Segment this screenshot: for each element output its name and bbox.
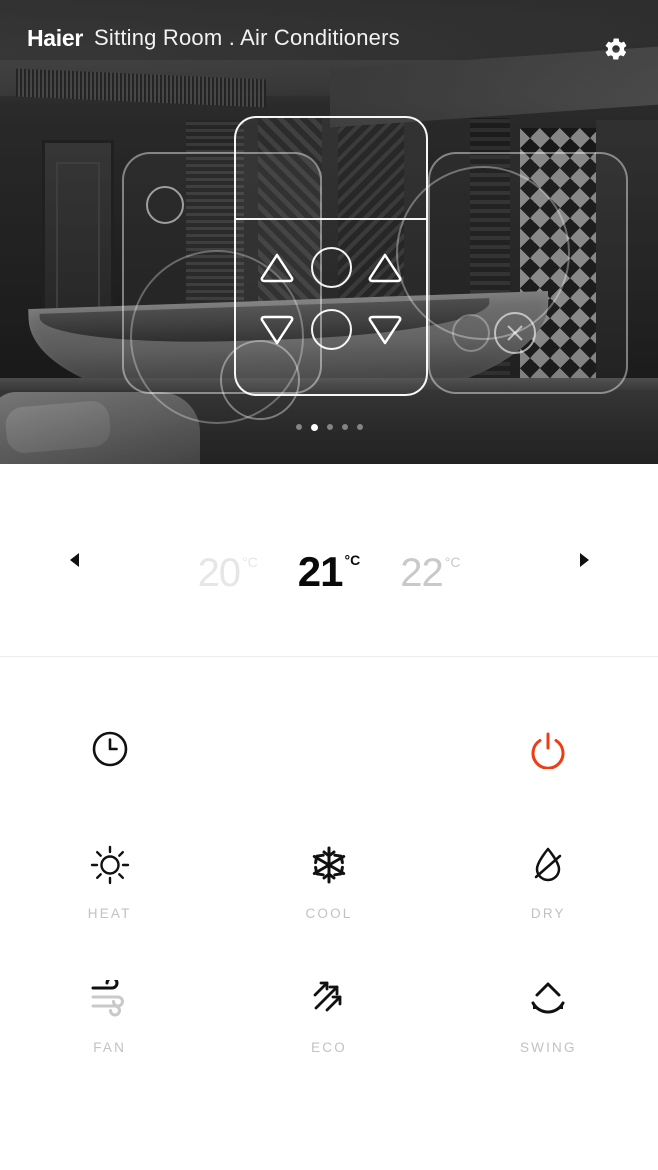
mode-label: FAN xyxy=(93,1040,127,1055)
carousel-card-right[interactable] xyxy=(396,152,628,394)
pagination-dot[interactable] xyxy=(326,424,333,430)
mode-heat[interactable]: HEAT xyxy=(0,843,219,921)
swing-arc-icon xyxy=(531,982,565,1014)
triangle-left-icon xyxy=(69,553,79,567)
temperature-unit: °C xyxy=(242,554,258,570)
pagination-dot[interactable] xyxy=(356,424,363,430)
hero-banner: Haier Sitting Room . Air Conditioners xyxy=(0,0,658,464)
primary-controls-row xyxy=(0,729,658,769)
circle-small-icon xyxy=(452,314,490,352)
temperature-value: 20 xyxy=(197,551,241,595)
pagination-dot-active[interactable] xyxy=(310,424,318,431)
mode-swing[interactable]: SWING xyxy=(439,977,658,1055)
mode-label: DRY xyxy=(530,906,566,921)
eco-arrows-icon xyxy=(313,981,342,1012)
droplet-slash-icon xyxy=(535,847,562,882)
temperature-selector[interactable]: 20 °C 21 °C 22 °C xyxy=(0,464,658,656)
temperature-values[interactable]: 20 °C 21 °C 22 °C xyxy=(198,551,461,594)
triangle-down-icon[interactable] xyxy=(365,312,405,346)
temperature-unit: °C xyxy=(444,554,461,570)
app-header: Haier Sitting Room . Air Conditioners xyxy=(0,0,658,76)
triangle-down-icon[interactable] xyxy=(257,312,297,346)
temperature-value: 22 xyxy=(400,551,443,595)
triangle-right-icon xyxy=(579,553,589,567)
triangle-up-icon[interactable] xyxy=(365,250,405,284)
power-button[interactable] xyxy=(439,729,658,769)
pagination-dot[interactable] xyxy=(341,424,348,430)
timer-button[interactable] xyxy=(1,729,220,769)
temperature-option-prev[interactable]: 20 °C xyxy=(198,553,258,593)
circle-small-icon xyxy=(146,186,184,224)
mode-eco[interactable]: ECO xyxy=(219,977,438,1055)
pagination-dot[interactable] xyxy=(295,424,302,430)
temperature-value: 21 xyxy=(297,548,344,595)
mode-grid: HEAT COOL DRY FAN ECO SWING xyxy=(0,843,658,1055)
wind-icon xyxy=(91,980,124,1017)
brand-logo: Haier xyxy=(27,24,84,51)
card-divider xyxy=(236,218,426,220)
mode-label: SWING xyxy=(519,1040,577,1055)
carousel-pagination[interactable] xyxy=(0,424,658,431)
mode-cool[interactable]: COOL xyxy=(219,843,438,921)
temperature-prev-button[interactable] xyxy=(54,540,94,580)
snowflake-icon xyxy=(312,846,346,884)
circle-button-icon[interactable] xyxy=(310,308,352,350)
mode-label: ECO xyxy=(311,1040,347,1055)
temperature-option-selected[interactable]: 21 °C xyxy=(298,551,360,593)
mode-dry[interactable]: DRY xyxy=(439,843,658,921)
clock-icon xyxy=(92,731,128,767)
triangle-up-icon[interactable] xyxy=(257,250,297,284)
power-icon xyxy=(531,732,565,769)
settings-button[interactable] xyxy=(596,29,636,69)
mode-fan[interactable]: FAN xyxy=(0,977,219,1055)
circle-button-icon[interactable] xyxy=(310,246,352,288)
page-title: Sitting Room . Air Conditioners xyxy=(94,25,400,50)
temperature-option-next[interactable]: 22 °C xyxy=(400,553,460,593)
remote-keypad[interactable] xyxy=(236,230,426,360)
temperature-unit: °C xyxy=(344,552,361,568)
circle-x-icon xyxy=(494,312,536,354)
gear-icon xyxy=(605,38,627,60)
mode-label: HEAT xyxy=(87,906,132,921)
carousel-card-center[interactable] xyxy=(234,116,428,396)
mode-label: COOL xyxy=(305,906,353,921)
sun-icon xyxy=(90,845,129,885)
controls-panel: HEAT COOL DRY FAN ECO SWING xyxy=(0,657,658,1055)
temperature-next-button[interactable] xyxy=(564,540,604,580)
